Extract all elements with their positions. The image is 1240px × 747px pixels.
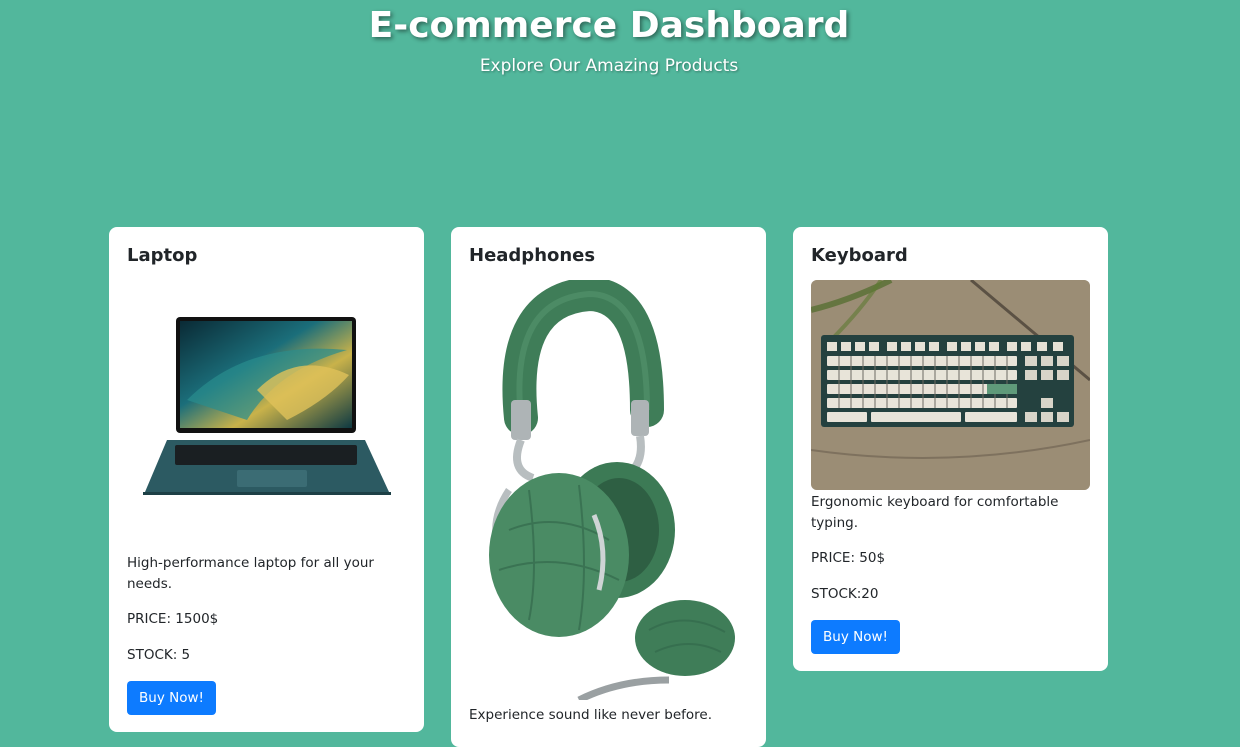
product-stock: STOCK: 5 xyxy=(127,647,191,663)
product-description: High-performance laptop for all your nee… xyxy=(127,555,374,592)
page-title: E-commerce Dashboard xyxy=(368,5,850,46)
headphones-image xyxy=(489,280,735,700)
product-description: Experience sound like never before. xyxy=(469,707,713,723)
product-card-headphones: Headphones Experience sound like never b… xyxy=(451,227,766,747)
buy-now-button[interactable]: Buy Now! xyxy=(811,620,900,654)
keyboard-image xyxy=(811,280,1090,490)
product-price: PRICE: 1500$ xyxy=(127,611,219,627)
product-title: Headphones xyxy=(469,245,596,266)
product-card-laptop: Laptop High-performance laptop for all y… xyxy=(109,227,424,732)
product-title: Laptop xyxy=(127,245,198,266)
laptop-image xyxy=(143,317,391,495)
page-subtitle: Explore Our Amazing Products xyxy=(479,56,739,76)
product-title: Keyboard xyxy=(811,245,908,266)
product-price: PRICE: 50$ xyxy=(811,550,886,566)
page-header: E-commerce Dashboard Explore Our Amazing… xyxy=(0,0,1218,77)
product-description: Ergonomic keyboard for comfortable typin… xyxy=(811,494,1059,531)
buy-now-button[interactable]: Buy Now! xyxy=(127,681,216,715)
product-card-keyboard: Keyboard Ergonomic keyboard for comforta… xyxy=(793,227,1108,671)
product-stock: STOCK:20 xyxy=(811,586,879,602)
